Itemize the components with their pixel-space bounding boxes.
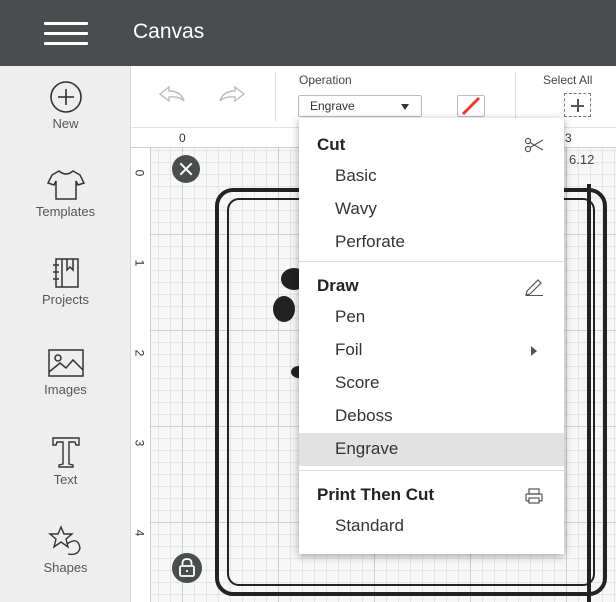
pen-color-line-icon [461, 96, 481, 116]
left-sidebar: New Templates Projects Images Text Shape… [0, 66, 131, 602]
toolbar-divider [515, 72, 516, 122]
operation-dropdown-menu: Cut Basic Wavy Perforate Draw Pen Foil S… [299, 118, 564, 554]
lock-icon [179, 558, 195, 577]
tshirt-icon [46, 170, 85, 200]
menu-item-label: Wavy [335, 199, 377, 218]
sidebar-item-new[interactable]: New [0, 80, 131, 168]
lock-handle[interactable] [172, 553, 202, 583]
image-icon [47, 349, 84, 377]
menu-item-label: Deboss [335, 406, 393, 425]
menu-item-label: Score [335, 373, 380, 392]
submenu-arrow-icon [531, 346, 537, 356]
sidebar-item-label: Templates [35, 204, 96, 219]
projects-icon [52, 258, 79, 288]
menu-separator [299, 470, 564, 471]
operation-select[interactable]: Engrave [298, 95, 422, 117]
menu-item-wavy[interactable]: Wavy [299, 193, 564, 226]
ruler-number: 3 [565, 131, 572, 145]
hamburger-menu-icon[interactable] [44, 20, 88, 48]
top-bar: Canvas [0, 0, 616, 66]
width-dimension-label: 6.12 [569, 152, 595, 167]
menu-section-print-then-cut: Print Then Cut [299, 480, 564, 510]
left-ruler: 0 1 2 3 4 [131, 148, 151, 602]
select-all-label: Select All [543, 73, 593, 87]
menu-item-label: Pen [335, 307, 366, 326]
sidebar-item-label: Shapes [43, 560, 88, 575]
color-swatch[interactable] [457, 95, 485, 117]
printer-icon [525, 488, 543, 504]
caret-down-icon [401, 104, 409, 110]
menu-item-label: Foil [335, 340, 363, 359]
delete-handle-icon[interactable] [172, 155, 200, 183]
menu-section-cut: Cut [299, 130, 564, 160]
select-all-button[interactable] [564, 93, 591, 117]
operation-label: Operation [299, 73, 352, 87]
sidebar-item-label: New [52, 116, 79, 131]
ruler-number: 1 [132, 259, 147, 267]
menu-item-label: Basic [335, 166, 377, 185]
menu-item-standard[interactable]: Standard [299, 510, 564, 543]
ruler-number: 0 [132, 169, 147, 177]
operation-select-value: Engrave [310, 99, 355, 113]
sidebar-item-images[interactable]: Images [0, 346, 131, 434]
design-frame-edge [587, 184, 591, 602]
plus-circle-icon [49, 81, 82, 113]
menu-section-title: Draw [317, 276, 359, 295]
operation-control: Engrave [298, 95, 485, 117]
menu-item-engrave[interactable]: Engrave [299, 433, 564, 466]
menu-item-foil[interactable]: Foil [299, 334, 564, 367]
pen-icon [525, 279, 543, 296]
sidebar-item-label: Images [44, 382, 87, 397]
sidebar-item-templates[interactable]: Templates [0, 168, 131, 256]
menu-item-deboss[interactable]: Deboss [299, 400, 564, 433]
sidebar-item-projects[interactable]: Projects [0, 256, 131, 344]
menu-item-pen[interactable]: Pen [299, 301, 564, 334]
menu-item-basic[interactable]: Basic [299, 160, 564, 193]
menu-item-perforate[interactable]: Perforate [299, 226, 564, 259]
ruler-number: 4 [132, 529, 147, 537]
menu-separator [299, 261, 564, 262]
menu-section-title: Cut [317, 135, 346, 154]
menu-item-score[interactable]: Score [299, 367, 564, 400]
toolbar-divider [275, 72, 276, 122]
sidebar-item-shapes[interactable]: Shapes [0, 524, 131, 602]
menu-item-label: Engrave [335, 439, 399, 458]
redo-icon[interactable] [217, 84, 247, 104]
shapes-icon [47, 525, 81, 556]
undo-icon[interactable] [157, 84, 187, 104]
design-shape [273, 296, 295, 322]
menu-section-draw: Draw [299, 271, 564, 301]
sidebar-item-label: Projects [42, 292, 89, 307]
menu-item-label: Perforate [335, 232, 405, 251]
sidebar-item-text[interactable]: Text [0, 434, 131, 522]
menu-section-title: Print Then Cut [317, 485, 435, 504]
page-title: Canvas [133, 20, 205, 43]
ruler-number: 2 [132, 349, 147, 357]
ruler-number: 3 [132, 439, 147, 447]
scissors-icon [524, 137, 544, 153]
menu-item-label: Standard [335, 516, 404, 535]
ruler-number: 0 [179, 131, 186, 145]
text-icon [51, 437, 80, 468]
sidebar-item-label: Text [53, 472, 78, 487]
